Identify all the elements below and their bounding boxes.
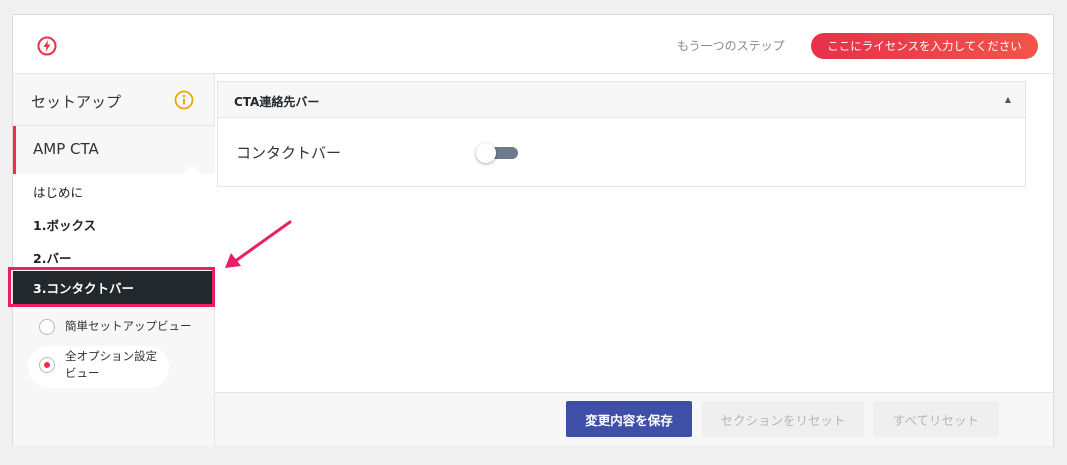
highlight-box [8,267,215,307]
submenu-item-intro[interactable]: はじめに [33,182,83,201]
radio-full-view-label: 全オプション設定 ビュー [65,348,157,382]
footer-bar: 変更内容を保存 セクションをリセット すべてリセット [215,392,1053,446]
license-button[interactable]: ここにライセンスを入力してください [811,33,1038,59]
radio-full-view-label-line1: 全オプション設定 [65,349,157,363]
caret-up-icon[interactable]: ▲ [1005,95,1011,104]
sidebar-section-amp-cta[interactable]: AMP CTA [13,126,215,174]
save-button[interactable]: 変更内容を保存 [566,401,692,437]
view-option-simple[interactable]: 簡単セットアップビュー [39,318,192,335]
reset-all-button[interactable]: すべてリセット [873,401,999,437]
radio-full-view[interactable] [39,357,55,373]
info-icon[interactable] [174,90,194,110]
section-title: CTA連絡先バー [234,95,320,109]
submenu-item-bar[interactable]: 2.バー [33,248,71,267]
radio-simple-view-label: 簡単セットアップビュー [65,319,192,333]
section-label: AMP CTA [33,140,99,158]
setup-label: セットアップ [31,93,122,111]
sidebar-setup[interactable]: セットアップ [13,74,215,126]
active-notch [183,166,201,174]
reset-section-button[interactable]: セクションをリセット [702,401,864,437]
contact-bar-label: コンタクトバー [236,144,342,162]
toggle-knob [476,143,496,163]
contact-bar-toggle[interactable] [476,143,518,163]
top-bar: もう一つのステップ ここにライセンスを入力してください [13,15,1053,74]
step-text: もう一つのステップ [677,39,785,53]
section-header[interactable]: CTA連絡先バー ▲ [217,81,1026,118]
radio-full-view-label-line2: ビュー [65,366,100,380]
view-option-full[interactable]: 全オプション設定 ビュー [39,348,157,382]
radio-simple-view[interactable] [39,318,55,335]
settings-panel: もう一つのステップ ここにライセンスを入力してください セットアップ AMP C… [12,14,1054,446]
submenu-item-box[interactable]: 1.ボックス [33,215,96,234]
sidebar: セットアップ AMP CTA はじめに 1.ボックス 2.バー 3.コンタクトバ… [13,74,215,446]
arrow-icon [225,220,292,268]
bolt-logo-icon [37,36,57,56]
section-body: コンタクトバー [217,118,1026,187]
